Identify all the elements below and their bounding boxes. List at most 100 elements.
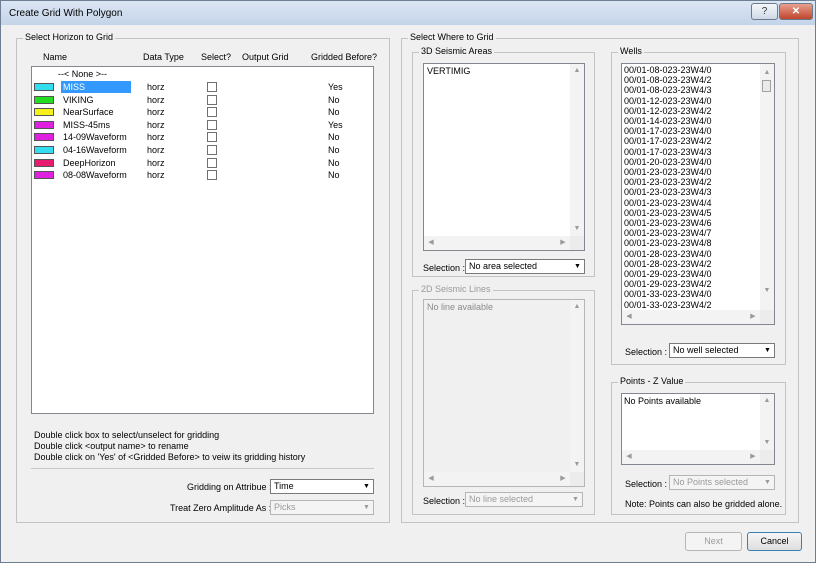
horizon-row[interactable]: DeepHorizon horz No — [33, 157, 373, 169]
well-item[interactable]: 00/01-33-023-23W4/2 — [624, 300, 712, 309]
select-checkbox[interactable] — [207, 119, 217, 130]
well-item[interactable]: 00/01-28-023-23W4/2 — [624, 259, 712, 268]
scroll-up-icon[interactable]: ▲ — [760, 396, 774, 406]
horizon-row[interactable]: 14-09Waveform horz No — [33, 131, 373, 143]
scroll-right-icon[interactable]: ▶ — [746, 312, 760, 322]
select-checkbox[interactable] — [207, 107, 217, 118]
well-item[interactable]: 00/01-12-023-23W4/2 — [624, 106, 712, 115]
well-item[interactable]: 00/01-17-023-23W4/3 — [624, 147, 712, 156]
gridded-before[interactable]: No — [328, 94, 340, 106]
horizon-name[interactable]: 08-08Waveform — [61, 169, 129, 181]
gridded-before[interactable]: Yes — [328, 81, 343, 93]
scroll-down-icon[interactable]: ▼ — [760, 438, 774, 448]
wells-list[interactable]: 00/01-08-023-23W4/0 00/01-08-023-23W4/2 00… — [621, 63, 775, 325]
well-item[interactable]: 00/01-20-023-23W4/0 — [624, 157, 712, 166]
horizon-name[interactable]: 04-16Waveform — [61, 144, 129, 156]
select-checkbox[interactable] — [207, 145, 217, 155]
select-checkbox[interactable] — [207, 170, 217, 181]
well-item[interactable]: 00/01-23-023-23W4/3 — [624, 188, 712, 197]
seismic3d-select[interactable]: No area selected ▼ — [465, 259, 585, 274]
seismic2d-list[interactable]: No line available ▲ ▼ ◀ ▶ — [423, 299, 585, 487]
gridded-before[interactable]: No — [328, 106, 340, 118]
vertical-scrollbar[interactable]: ▲ ▼ — [760, 64, 774, 310]
gridded-before[interactable]: No — [328, 131, 340, 143]
horizon-name[interactable]: MISS — [61, 81, 131, 93]
scroll-up-icon[interactable]: ▲ — [570, 66, 584, 76]
wells-select[interactable]: No well selected ▼ — [669, 343, 775, 358]
scroll-right-icon[interactable]: ▶ — [556, 474, 570, 484]
gridded-before[interactable]: No — [328, 157, 340, 169]
scroll-left-icon[interactable]: ◀ — [622, 312, 636, 322]
well-item[interactable]: 00/01-28-023-23W4/0 — [624, 249, 712, 258]
horizon-list[interactable]: --< None >-- MISS horz Yes VIKING horz No Near… — [31, 66, 374, 414]
select-checkbox[interactable] — [207, 82, 217, 92]
vertical-scrollbar[interactable]: ▲ ▼ — [570, 64, 584, 236]
vertical-scrollbar[interactable]: ▲ ▼ — [760, 394, 774, 450]
horizon-none-item[interactable]: --< None >-- — [58, 69, 107, 79]
select-checkbox[interactable] — [207, 94, 217, 105]
horizon-row[interactable]: MISS horz Yes — [33, 81, 373, 93]
horizon-row[interactable]: VIKING horz No — [33, 94, 373, 106]
horizon-row[interactable]: NearSurface horz No — [33, 106, 373, 118]
horizontal-scrollbar[interactable]: ◀ ▶ — [424, 472, 570, 486]
well-item[interactable]: 00/01-23-023-23W4/6 — [624, 218, 712, 227]
well-item[interactable]: 00/01-17-023-23W4/2 — [624, 137, 712, 146]
gridded-before[interactable]: No — [328, 144, 340, 156]
well-item[interactable]: 00/01-23-023-23W4/5 — [624, 208, 712, 217]
select-checkbox[interactable] — [207, 157, 217, 168]
horizon-name[interactable]: 14-09Waveform — [61, 131, 129, 143]
well-item[interactable]: 00/01-23-023-23W4/8 — [624, 239, 712, 248]
horizon-name[interactable]: MISS-45ms — [61, 119, 112, 131]
close-button[interactable]: ✕ — [779, 3, 813, 20]
well-item[interactable]: 00/01-14-023-23W4/0 — [624, 116, 712, 125]
col-header-gridded-before[interactable]: Gridded Before? — [311, 52, 377, 62]
scroll-right-icon[interactable]: ▶ — [556, 238, 570, 248]
scroll-down-icon[interactable]: ▼ — [570, 460, 584, 470]
horizon-name[interactable]: DeepHorizon — [61, 157, 118, 169]
next-button[interactable]: Next — [685, 532, 742, 551]
horizon-name[interactable]: NearSurface — [61, 106, 116, 118]
seismic3d-list[interactable]: VERTIMIG ▲ ▼ ◀ ▶ — [423, 63, 585, 251]
well-item[interactable]: 00/01-33-023-23W4/0 — [624, 290, 712, 299]
horizontal-scrollbar[interactable]: ◀ ▶ — [622, 310, 760, 324]
zero-amplitude-select[interactable]: Picks ▼ — [270, 500, 374, 515]
select-checkbox[interactable] — [207, 132, 217, 143]
well-item[interactable]: 00/01-08-023-23W4/2 — [624, 76, 712, 85]
col-header-output-grid[interactable]: Output Grid — [242, 52, 289, 62]
well-item[interactable]: 00/01-17-023-23W4/0 — [624, 127, 712, 136]
horizon-row[interactable]: 08-08Waveform horz No — [33, 169, 373, 181]
scroll-left-icon[interactable]: ◀ — [424, 474, 438, 484]
scroll-left-icon[interactable]: ◀ — [622, 452, 636, 462]
scroll-left-icon[interactable]: ◀ — [424, 238, 438, 248]
horizontal-scrollbar[interactable]: ◀ ▶ — [622, 450, 760, 464]
well-item[interactable]: 00/01-23-023-23W4/0 — [624, 167, 712, 176]
seismic2d-select[interactable]: No line selected ▼ — [465, 492, 583, 507]
well-item[interactable]: 00/01-23-023-23W4/7 — [624, 229, 712, 238]
horizontal-scrollbar[interactable]: ◀ ▶ — [424, 236, 570, 250]
col-header-name[interactable]: Name — [43, 52, 67, 62]
gridded-before[interactable]: No — [328, 169, 340, 181]
cancel-button[interactable]: Cancel — [747, 532, 802, 551]
help-button[interactable]: ? — [751, 3, 778, 20]
well-item[interactable]: 00/01-23-023-23W4/4 — [624, 198, 712, 207]
seismic3d-item[interactable]: VERTIMIG — [427, 66, 470, 76]
scroll-up-icon[interactable]: ▲ — [570, 302, 584, 312]
col-header-data-type[interactable]: Data Type — [143, 52, 184, 62]
well-item[interactable]: 00/01-29-023-23W4/0 — [624, 269, 712, 278]
attribute-select[interactable]: Time ▼ — [270, 479, 374, 494]
horizon-row[interactable]: 04-16Waveform horz No — [33, 144, 373, 156]
horizon-row[interactable]: MISS-45ms horz Yes — [33, 119, 373, 131]
horizon-name[interactable]: VIKING — [61, 94, 96, 106]
scroll-down-icon[interactable]: ▼ — [570, 224, 584, 234]
scroll-right-icon[interactable]: ▶ — [746, 452, 760, 462]
points-list[interactable]: No Points available ▲ ▼ ◀ ▶ — [621, 393, 775, 465]
scroll-up-icon[interactable]: ▲ — [760, 68, 774, 78]
scroll-thumb[interactable] — [762, 80, 771, 92]
points-select[interactable]: No Points selected ▼ — [669, 475, 775, 490]
vertical-scrollbar[interactable]: ▲ ▼ — [570, 300, 584, 472]
col-header-select[interactable]: Select? — [201, 52, 231, 62]
gridded-before[interactable]: Yes — [328, 119, 343, 131]
well-item[interactable]: 00/01-12-023-23W4/0 — [624, 96, 712, 105]
well-item[interactable]: 00/01-08-023-23W4/3 — [624, 86, 712, 95]
well-item[interactable]: 00/01-29-023-23W4/2 — [624, 280, 712, 289]
